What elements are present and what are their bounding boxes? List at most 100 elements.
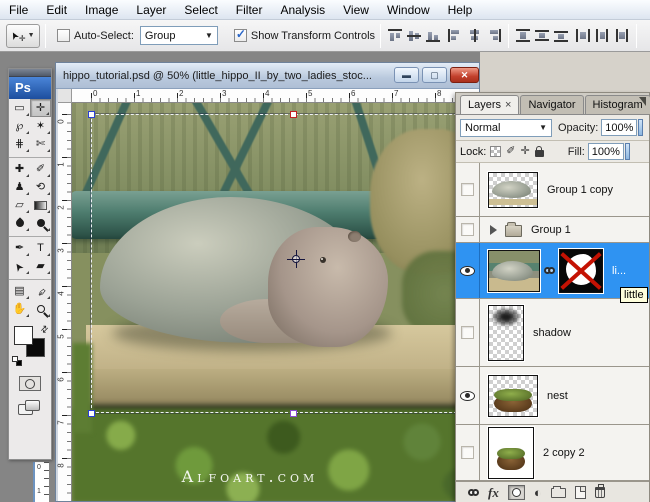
layer-name[interactable]: nest (547, 390, 568, 402)
transform-handle-top-middle[interactable] (290, 111, 297, 118)
distribute-horizontal-centers-icon[interactable] (594, 28, 611, 43)
visibility-cell[interactable] (456, 243, 480, 298)
layer-name[interactable]: li... (612, 265, 626, 277)
swap-colors-icon[interactable]: ⇄ (39, 323, 52, 336)
tool-notes[interactable]: ▤ (9, 282, 30, 300)
transform-handle-top-left[interactable] (88, 111, 95, 118)
visibility-cell[interactable] (456, 367, 480, 424)
layer-style-icon[interactable]: fx (488, 485, 499, 501)
visibility-empty-checkbox[interactable] (461, 326, 474, 339)
layer-thumbnail[interactable] (488, 375, 538, 417)
menu-image[interactable]: Image (76, 0, 127, 20)
layer-row-group-1[interactable]: Group 1 (456, 217, 649, 243)
transform-reference-point[interactable] (289, 252, 303, 266)
layer-row-2-copy-2[interactable]: 2 copy 2 (456, 425, 649, 481)
transform-handle-bottom-left[interactable] (88, 410, 95, 417)
palette-grip[interactable] (9, 69, 51, 77)
tool-healing-brush[interactable]: ✚ (9, 160, 30, 178)
tab-navigator[interactable]: Navigator (520, 95, 583, 114)
move-tool-button[interactable]: ➤ ✛ ▼ (6, 24, 40, 48)
tool-blur[interactable] (9, 214, 30, 232)
layer-name[interactable]: shadow (533, 327, 571, 339)
opacity-spinner[interactable] (638, 119, 643, 136)
distribute-right-edges-icon[interactable] (613, 28, 630, 43)
auto-select-target-dropdown[interactable]: Group ▼ (140, 26, 218, 45)
tool-type[interactable]: T (30, 239, 51, 257)
tool-eyedropper[interactable]: ✑ (30, 282, 51, 300)
lock-transparent-pixels-icon[interactable] (490, 146, 501, 157)
tool-slice[interactable]: ✄ (30, 135, 51, 153)
transform-handle-bottom-middle[interactable] (290, 410, 297, 417)
document-title-bar[interactable]: hippo_tutorial.psd @ 50% (little_hippo_I… (56, 63, 479, 89)
visibility-empty-checkbox[interactable] (461, 446, 474, 459)
tool-crop[interactable]: ⋕ (9, 135, 30, 153)
layer-thumbnail[interactable] (488, 250, 540, 292)
tool-hand[interactable]: ✋ (9, 300, 30, 318)
menu-analysis[interactable]: Analysis (271, 0, 334, 20)
layer-thumbnail[interactable] (488, 305, 524, 361)
align-left-edges-icon[interactable] (447, 28, 464, 43)
quick-mask-button[interactable] (19, 376, 41, 391)
auto-select-checkbox[interactable] (57, 29, 70, 42)
new-group-icon[interactable] (551, 488, 566, 498)
horizontal-ruler[interactable]: 0 1 2 3 4 5 6 7 8 9 (72, 89, 480, 103)
screen-mode-button[interactable] (18, 400, 42, 416)
tab-layers[interactable]: Layers× (460, 95, 519, 114)
menu-help[interactable]: Help (439, 0, 482, 20)
adjustment-layer-icon[interactable]: ◐ (534, 486, 542, 499)
tool-zoom[interactable] (30, 300, 51, 318)
fill-spinner[interactable] (625, 143, 630, 160)
menu-view[interactable]: View (334, 0, 378, 20)
layer-row-nest[interactable]: nest (456, 367, 649, 425)
layer-row-group-1-copy[interactable]: Group 1 copy (456, 163, 649, 217)
transform-selection-box[interactable] (91, 114, 477, 413)
visibility-empty-checkbox[interactable] (461, 223, 474, 236)
lock-image-pixels-icon[interactable]: ✐ (506, 146, 515, 157)
minimize-button[interactable]: ▬ (394, 67, 419, 83)
tool-rectangular-marquee[interactable]: ▭ (9, 99, 30, 117)
visibility-eye-icon[interactable] (460, 266, 475, 276)
lock-position-icon[interactable]: ✛ (521, 146, 530, 157)
add-layer-mask-icon[interactable] (508, 485, 525, 500)
tool-history-brush[interactable]: ⟲ (30, 178, 51, 196)
new-layer-icon[interactable] (575, 486, 586, 499)
distribute-vertical-centers-icon[interactable] (534, 28, 551, 43)
tool-path-selection[interactable]: ➤ (9, 257, 30, 275)
layer-thumbnail[interactable] (488, 172, 538, 208)
fill-field[interactable]: 100% (588, 143, 624, 160)
panel-menu-icon[interactable] (639, 97, 646, 106)
expand-triangle-icon[interactable] (490, 225, 497, 235)
menu-select[interactable]: Select (175, 0, 226, 20)
align-right-edges-icon[interactable] (485, 28, 502, 43)
visibility-eye-icon[interactable] (460, 391, 475, 401)
menu-edit[interactable]: Edit (37, 0, 76, 20)
distribute-bottom-edges-icon[interactable] (553, 28, 570, 43)
menu-filter[interactable]: Filter (227, 0, 272, 20)
tool-pen[interactable]: ✒ (9, 239, 30, 257)
opacity-field[interactable]: 100% (601, 119, 637, 136)
disabled-layer-mask-thumbnail[interactable] (559, 249, 603, 293)
layer-mask-link-icon[interactable] (544, 267, 555, 274)
close-button[interactable]: ✕ (450, 67, 479, 83)
align-horizontal-centers-icon[interactable] (466, 28, 483, 43)
maximize-button[interactable]: ▢ (422, 67, 447, 83)
tool-magic-wand[interactable]: ✶ (30, 117, 51, 135)
visibility-cell[interactable] (456, 163, 480, 216)
visibility-cell[interactable] (456, 217, 480, 242)
menu-file[interactable]: File (0, 0, 37, 20)
vertical-ruler[interactable]: 0 1 2 3 4 5 6 7 8 (58, 103, 72, 502)
layer-row-shadow[interactable]: shadow (456, 299, 649, 367)
tool-brush[interactable]: ✐ (30, 160, 51, 178)
layer-name[interactable]: Group 1 copy (547, 184, 613, 196)
canvas[interactable]: Alfoart.com (72, 103, 479, 502)
distribute-left-edges-icon[interactable] (575, 28, 592, 43)
align-bottom-edges-icon[interactable] (425, 28, 442, 43)
blend-mode-dropdown[interactable]: Normal ▼ (460, 119, 552, 137)
lock-all-icon[interactable] (535, 150, 544, 157)
tool-shape[interactable]: ▰ (30, 257, 51, 275)
show-transform-controls-checkbox[interactable] (234, 29, 247, 42)
distribute-top-edges-icon[interactable] (515, 28, 532, 43)
foreground-color-swatch[interactable] (14, 326, 33, 345)
tool-dodge[interactable] (30, 214, 51, 232)
default-colors-icon[interactable] (12, 356, 22, 366)
